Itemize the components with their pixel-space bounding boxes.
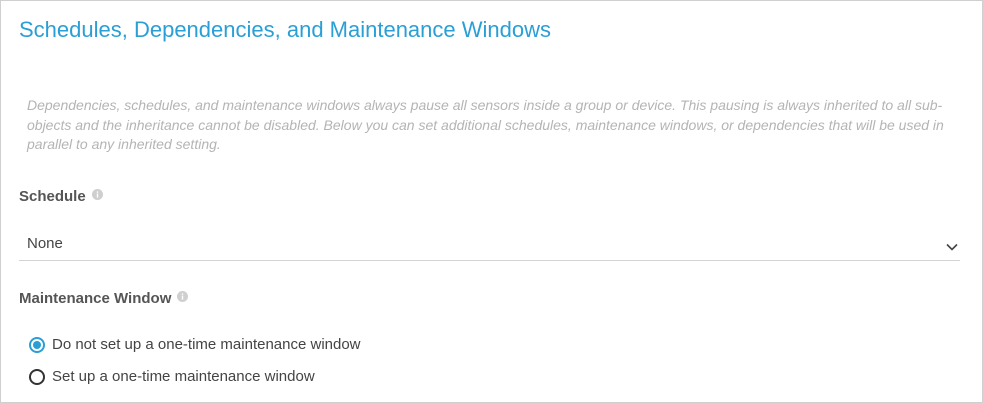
- schedule-label: Schedule: [19, 188, 86, 205]
- info-icon[interactable]: [91, 187, 103, 200]
- radio-button-unchecked[interactable]: [29, 368, 45, 385]
- schedule-select[interactable]: None: [19, 227, 960, 261]
- section-title: Schedules, Dependencies, and Maintenance…: [19, 17, 551, 42]
- info-icon[interactable]: [177, 289, 189, 302]
- radio-button-checked[interactable]: [29, 336, 45, 353]
- radio-option-no-maintenance[interactable]: Do not set up a one-time maintenance win…: [29, 336, 361, 353]
- chevron-down-icon[interactable]: [946, 238, 958, 251]
- maintenance-window-label: Maintenance Window: [19, 290, 172, 307]
- schedule-selected-value: None: [27, 235, 63, 252]
- settings-panel: Schedules, Dependencies, and Maintenance…: [0, 0, 983, 403]
- radio-label: Do not set up a one-time maintenance win…: [52, 336, 361, 353]
- schedule-label-row: Schedule: [19, 188, 103, 205]
- maintenance-label-row: Maintenance Window: [19, 289, 189, 307]
- radio-option-set-maintenance[interactable]: Set up a one-time maintenance window: [29, 368, 315, 385]
- section-note: Dependencies, schedules, and maintenance…: [27, 97, 944, 152]
- radio-label: Set up a one-time maintenance window: [52, 368, 315, 385]
